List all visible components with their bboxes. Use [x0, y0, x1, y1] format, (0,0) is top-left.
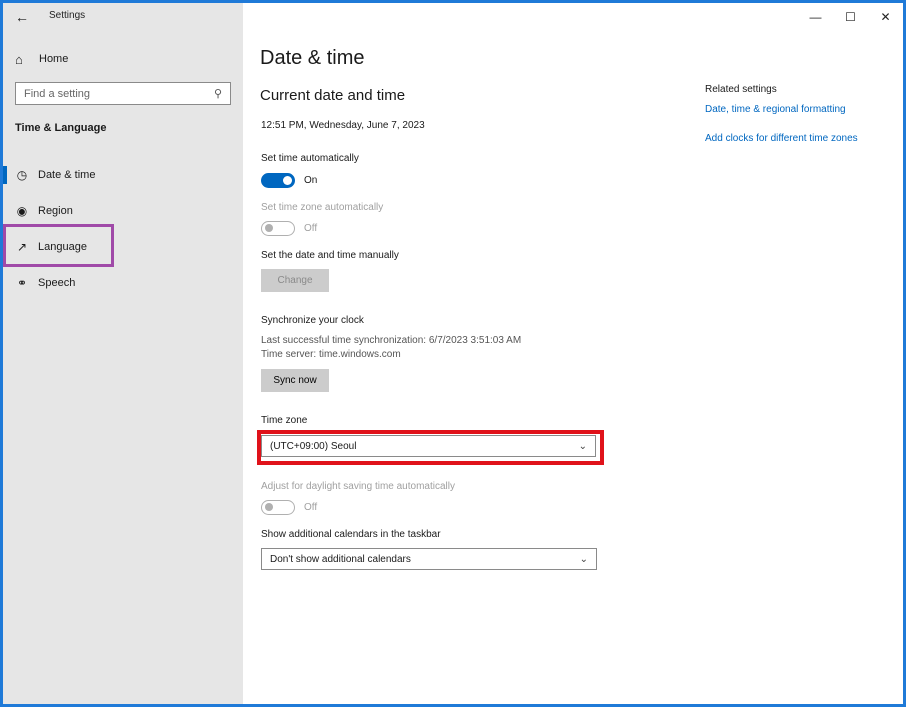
set-time-auto-toggle[interactable] — [261, 173, 295, 188]
time-zone-highlight-box — [257, 430, 604, 465]
sidebar-item-label: Region — [38, 205, 73, 217]
sidebar-item-date-time[interactable]: ◷ Date & time — [3, 163, 243, 187]
set-tz-auto-state: Off — [304, 223, 318, 234]
time-zone-label: Time zone — [261, 415, 308, 426]
search-box[interactable]: ⚲ — [15, 82, 231, 105]
regional-formatting-link[interactable]: Date, time & regional formatting — [705, 104, 846, 115]
main-content: Date & time Current date and time 12:51 … — [243, 3, 903, 704]
settings-window: ← Settings ⌂ Home ⚲ Time & Language ◷ Da… — [3, 3, 903, 704]
last-sync-text: Last successful time synchronization: 6/… — [261, 335, 522, 346]
dst-state: Off — [304, 502, 318, 513]
manual-datetime-label: Set the date and time manually — [261, 250, 399, 261]
set-time-auto-state: On — [304, 175, 318, 186]
related-settings-title: Related settings — [705, 84, 777, 95]
search-icon[interactable]: ⚲ — [214, 87, 222, 100]
add-clocks-link[interactable]: Add clocks for different time zones — [705, 133, 858, 144]
sidebar-item-region[interactable]: ◉ Region — [3, 199, 243, 223]
current-date-time-heading: Current date and time — [260, 87, 406, 104]
sync-heading: Synchronize your clock — [261, 315, 364, 326]
current-datetime-value: 12:51 PM, Wednesday, June 7, 2023 — [261, 120, 425, 131]
home-label: Home — [39, 53, 69, 65]
time-server-text: Time server: time.windows.com — [261, 349, 401, 360]
sidebar-item-speech[interactable]: ⚭ Speech — [3, 271, 243, 295]
set-time-auto-label: Set time automatically — [261, 153, 359, 164]
chevron-down-icon: ⌄ — [579, 553, 588, 565]
sidebar-item-label: Speech — [38, 277, 76, 289]
set-tz-auto-label: Set time zone automatically — [261, 202, 384, 213]
calendars-label: Show additional calendars in the taskbar — [261, 529, 441, 540]
dst-toggle — [261, 500, 295, 515]
window-title: Settings — [49, 10, 86, 21]
dst-label: Adjust for daylight saving time automati… — [261, 481, 455, 492]
sync-now-button[interactable]: Sync now — [261, 369, 329, 392]
sidebar-item-label: Date & time — [38, 169, 96, 181]
microphone-icon: ⚭ — [16, 276, 28, 290]
search-input[interactable] — [24, 87, 214, 100]
change-button: Change — [261, 269, 329, 292]
back-arrow-icon[interactable]: ← — [13, 8, 31, 26]
page-title: Date & time — [260, 47, 365, 69]
calendars-value: Don't show additional calendars — [270, 553, 411, 565]
home-icon: ⌂ — [15, 51, 23, 67]
calendar-clock-icon: ◷ — [16, 168, 28, 182]
set-tz-auto-toggle — [261, 221, 295, 236]
section-title: Time & Language — [15, 122, 107, 134]
calendars-dropdown[interactable]: Don't show additional calendars ⌄ — [261, 548, 597, 570]
home-nav[interactable]: ⌂ Home — [15, 50, 68, 68]
language-highlight-box — [3, 224, 114, 267]
globe-icon: ◉ — [16, 204, 28, 218]
sidebar: ← Settings ⌂ Home ⚲ Time & Language ◷ Da… — [3, 3, 243, 704]
